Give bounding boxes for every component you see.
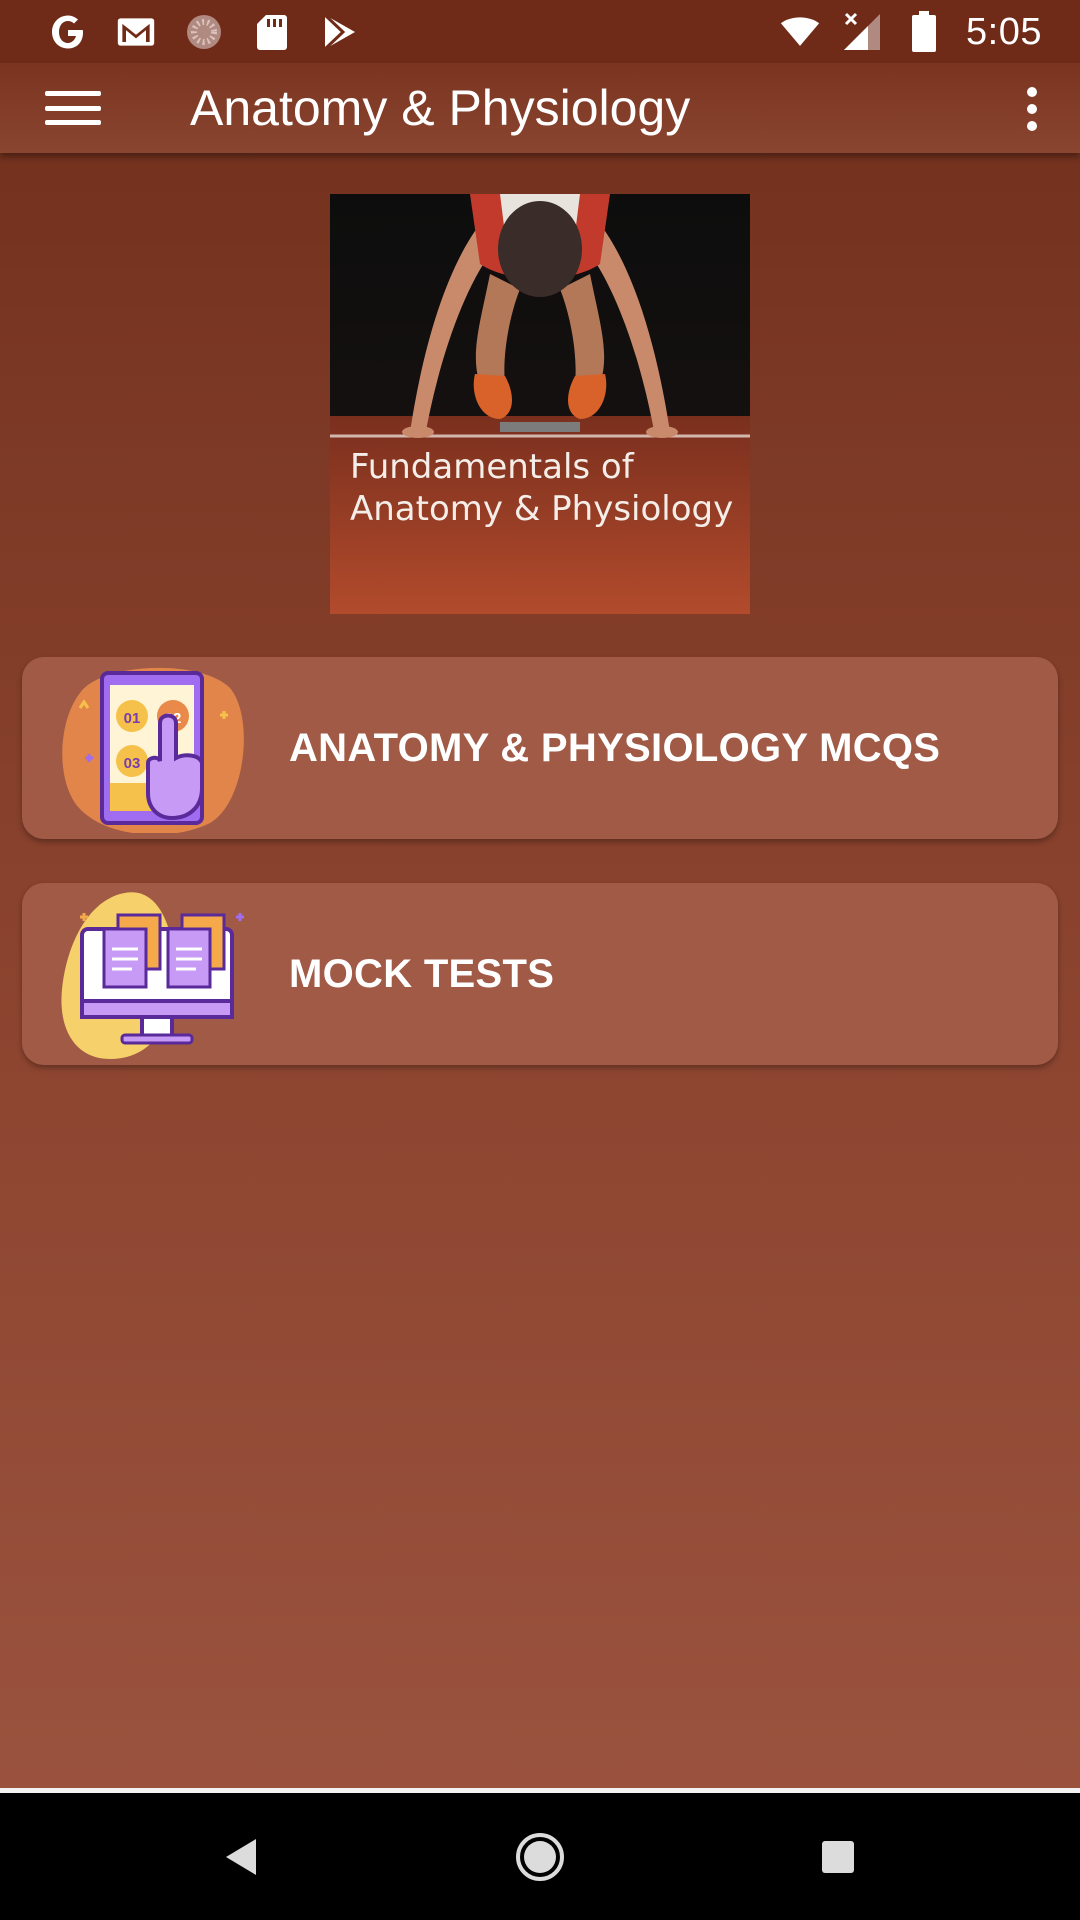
hamburger-menu-icon[interactable] (40, 85, 106, 131)
gmail-icon (116, 12, 156, 52)
cover-title-line-2: Anatomy & Physiology (350, 489, 734, 529)
mcqs-label: ANATOMY & PHYSIOLOGY MCQS (289, 725, 941, 770)
system-nav-bar (0, 1793, 1080, 1920)
system-status-icons: 5:05 (780, 8, 1042, 56)
cover-title-line-1: Fundamentals of (350, 447, 634, 487)
mock-tests-label: MOCK TESTS (289, 951, 555, 996)
recents-square-icon[interactable] (778, 1793, 898, 1920)
mcq-phone-tap-icon: 01 02 03 (60, 663, 250, 835)
google-icon (48, 12, 88, 52)
book-cover-image: Fundamentals of Anatomy & Physiology (330, 194, 750, 614)
mock-tests-card[interactable]: MOCK TESTS (22, 883, 1058, 1065)
play-store-icon (320, 12, 360, 52)
wifi-icon (780, 12, 820, 52)
mock-test-monitor-icon (60, 889, 250, 1059)
signal-no-data-icon (842, 12, 882, 52)
app-bar: Anatomy & Physiology (0, 63, 1080, 153)
svg-text:01: 01 (124, 710, 141, 727)
page-title: Anatomy & Physiology (190, 80, 691, 136)
notification-icons (48, 8, 360, 56)
status-bar: 5:05 (0, 0, 1080, 63)
svg-text:03: 03 (124, 755, 141, 772)
back-triangle-icon[interactable] (182, 1793, 302, 1920)
home-circle-icon[interactable] (480, 1793, 600, 1920)
clock: 5:05 (966, 10, 1042, 53)
sprinter-illustration (330, 194, 750, 614)
loading-circle-icon (184, 12, 224, 52)
more-vert-icon[interactable] (1012, 83, 1052, 135)
sd-card-icon (252, 12, 292, 52)
cover-title: Fundamentals of Anatomy & Physiology (350, 446, 750, 530)
battery-icon (904, 11, 944, 52)
mcqs-card[interactable]: 01 02 03 ANATOMY & PHYSIOLOGY MCQS (22, 657, 1058, 839)
